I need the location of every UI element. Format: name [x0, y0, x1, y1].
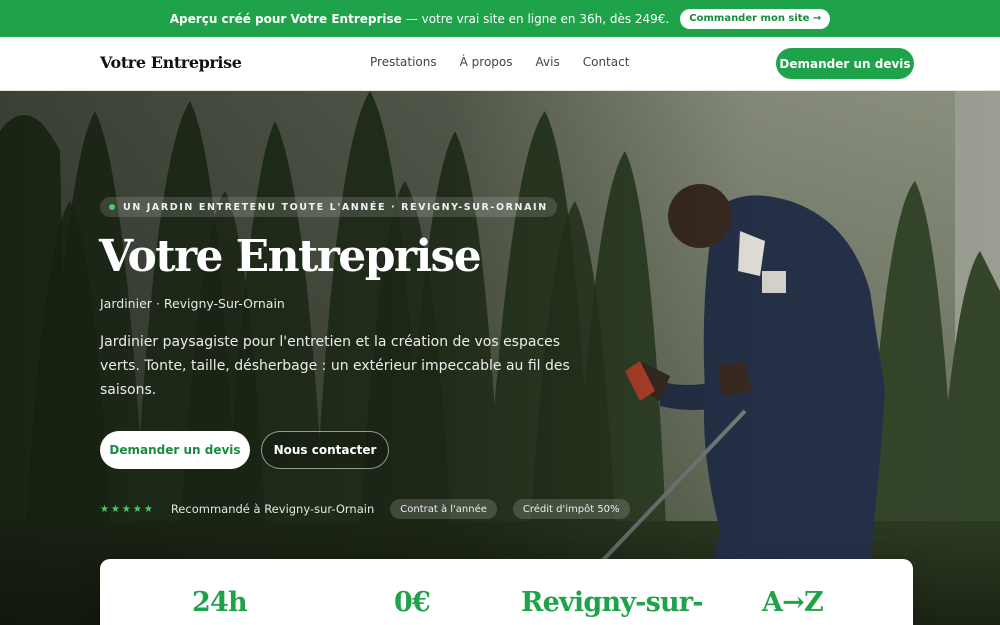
hero-subtitle: Jardinier · Revigny-Sur-Ornain — [100, 296, 285, 311]
announcement-bar: Aperçu créé pour Votre Entreprise — votr… — [0, 0, 1000, 37]
logo[interactable]: Votre Entreprise — [100, 53, 242, 72]
site-header: Votre Entreprise Prestations À propos Av… — [0, 37, 1000, 91]
stat-quote-price: 0€ — [394, 587, 431, 618]
stat-response-time: 24h — [192, 587, 248, 618]
hero-quote-button[interactable]: Demander un devis — [100, 431, 250, 469]
status-dot-icon — [109, 204, 115, 210]
trust-text: Recommandé à Revigny-sur-Ornain — [170, 502, 375, 516]
stat-service-scope: A→Z — [762, 587, 824, 618]
nav-link-about[interactable]: À propos — [460, 55, 513, 69]
rating-stars-icon: ★★★★★ — [100, 503, 155, 515]
stats-card: 24h 0€ Revigny-sur- A→Z — [100, 559, 913, 625]
hero-kicker-badge: UN JARDIN ENTRETENU TOUTE L'ANNÉE · REVI… — [100, 197, 557, 217]
nav-link-reviews[interactable]: Avis — [536, 55, 560, 69]
hero-description: Jardinier paysagiste pour l'entretien et… — [100, 334, 570, 398]
badge-tax-credit: Crédit d'impôt 50% — [512, 499, 630, 519]
nav-link-prestations[interactable]: Prestations — [370, 55, 437, 69]
announcement-bold: Aperçu créé pour Votre Entreprise — [169, 11, 402, 26]
hero-contact-button[interactable]: Nous contacter — [261, 431, 389, 469]
header-quote-button[interactable]: Demander un devis — [776, 48, 914, 79]
hero-title: Votre Entreprise — [99, 231, 482, 282]
badge-annual-contract: Contrat à l'année — [390, 499, 497, 519]
main-nav: Prestations À propos Avis Contact — [370, 55, 629, 69]
announcement-text: — votre vrai site en ligne en 36h, dès 2… — [405, 11, 670, 26]
hero-section: UN JARDIN ENTRETENU TOUTE L'ANNÉE · REVI… — [0, 91, 1000, 625]
order-site-button[interactable]: Commander mon site → — [680, 8, 831, 29]
trust-row: ★★★★★ Recommandé à Revigny-sur-Ornain Co… — [100, 499, 646, 519]
stat-location: Revigny-sur- — [521, 587, 703, 618]
nav-link-contact[interactable]: Contact — [583, 55, 630, 69]
hero-kicker-text: UN JARDIN ENTRETENU TOUTE L'ANNÉE · REVI… — [123, 201, 548, 213]
